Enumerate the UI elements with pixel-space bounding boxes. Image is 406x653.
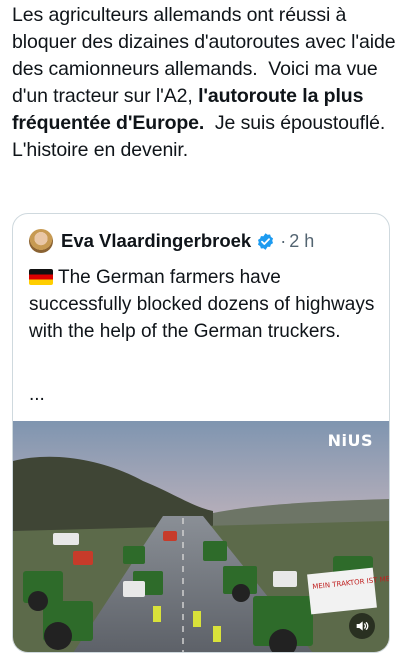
speaker-icon[interactable] [349, 613, 375, 639]
quoted-post-text: The German farmers have successfully blo… [29, 264, 379, 345]
german-flag-icon [29, 269, 53, 285]
quoted-post-header: Eva Vlaardingerbroek · 2 h [29, 228, 314, 254]
verified-badge-icon[interactable] [256, 232, 275, 251]
video-media[interactable]: MEIN TRAKTOR IST MEIN PROTEST NiUS [13, 421, 389, 652]
meta-separator: · [280, 230, 287, 251]
video-frame: MEIN TRAKTOR IST MEIN PROTEST [13, 421, 389, 652]
truncation-ellipsis: ... [29, 384, 45, 405]
author-name[interactable]: Eva Vlaardingerbroek [61, 230, 251, 252]
post-text: Les agriculteurs allemands ont réussi à … [12, 2, 402, 164]
quoted-post-card[interactable]: Eva Vlaardingerbroek · 2 h The German fa… [12, 213, 390, 653]
nius-logo: NiUS [328, 431, 373, 450]
nius-logo-text: NiUS [327, 431, 373, 450]
quoted-post-body: The German farmers have successfully blo… [29, 267, 375, 342]
timestamp[interactable]: 2 h [289, 231, 314, 252]
avatar[interactable] [29, 229, 53, 253]
